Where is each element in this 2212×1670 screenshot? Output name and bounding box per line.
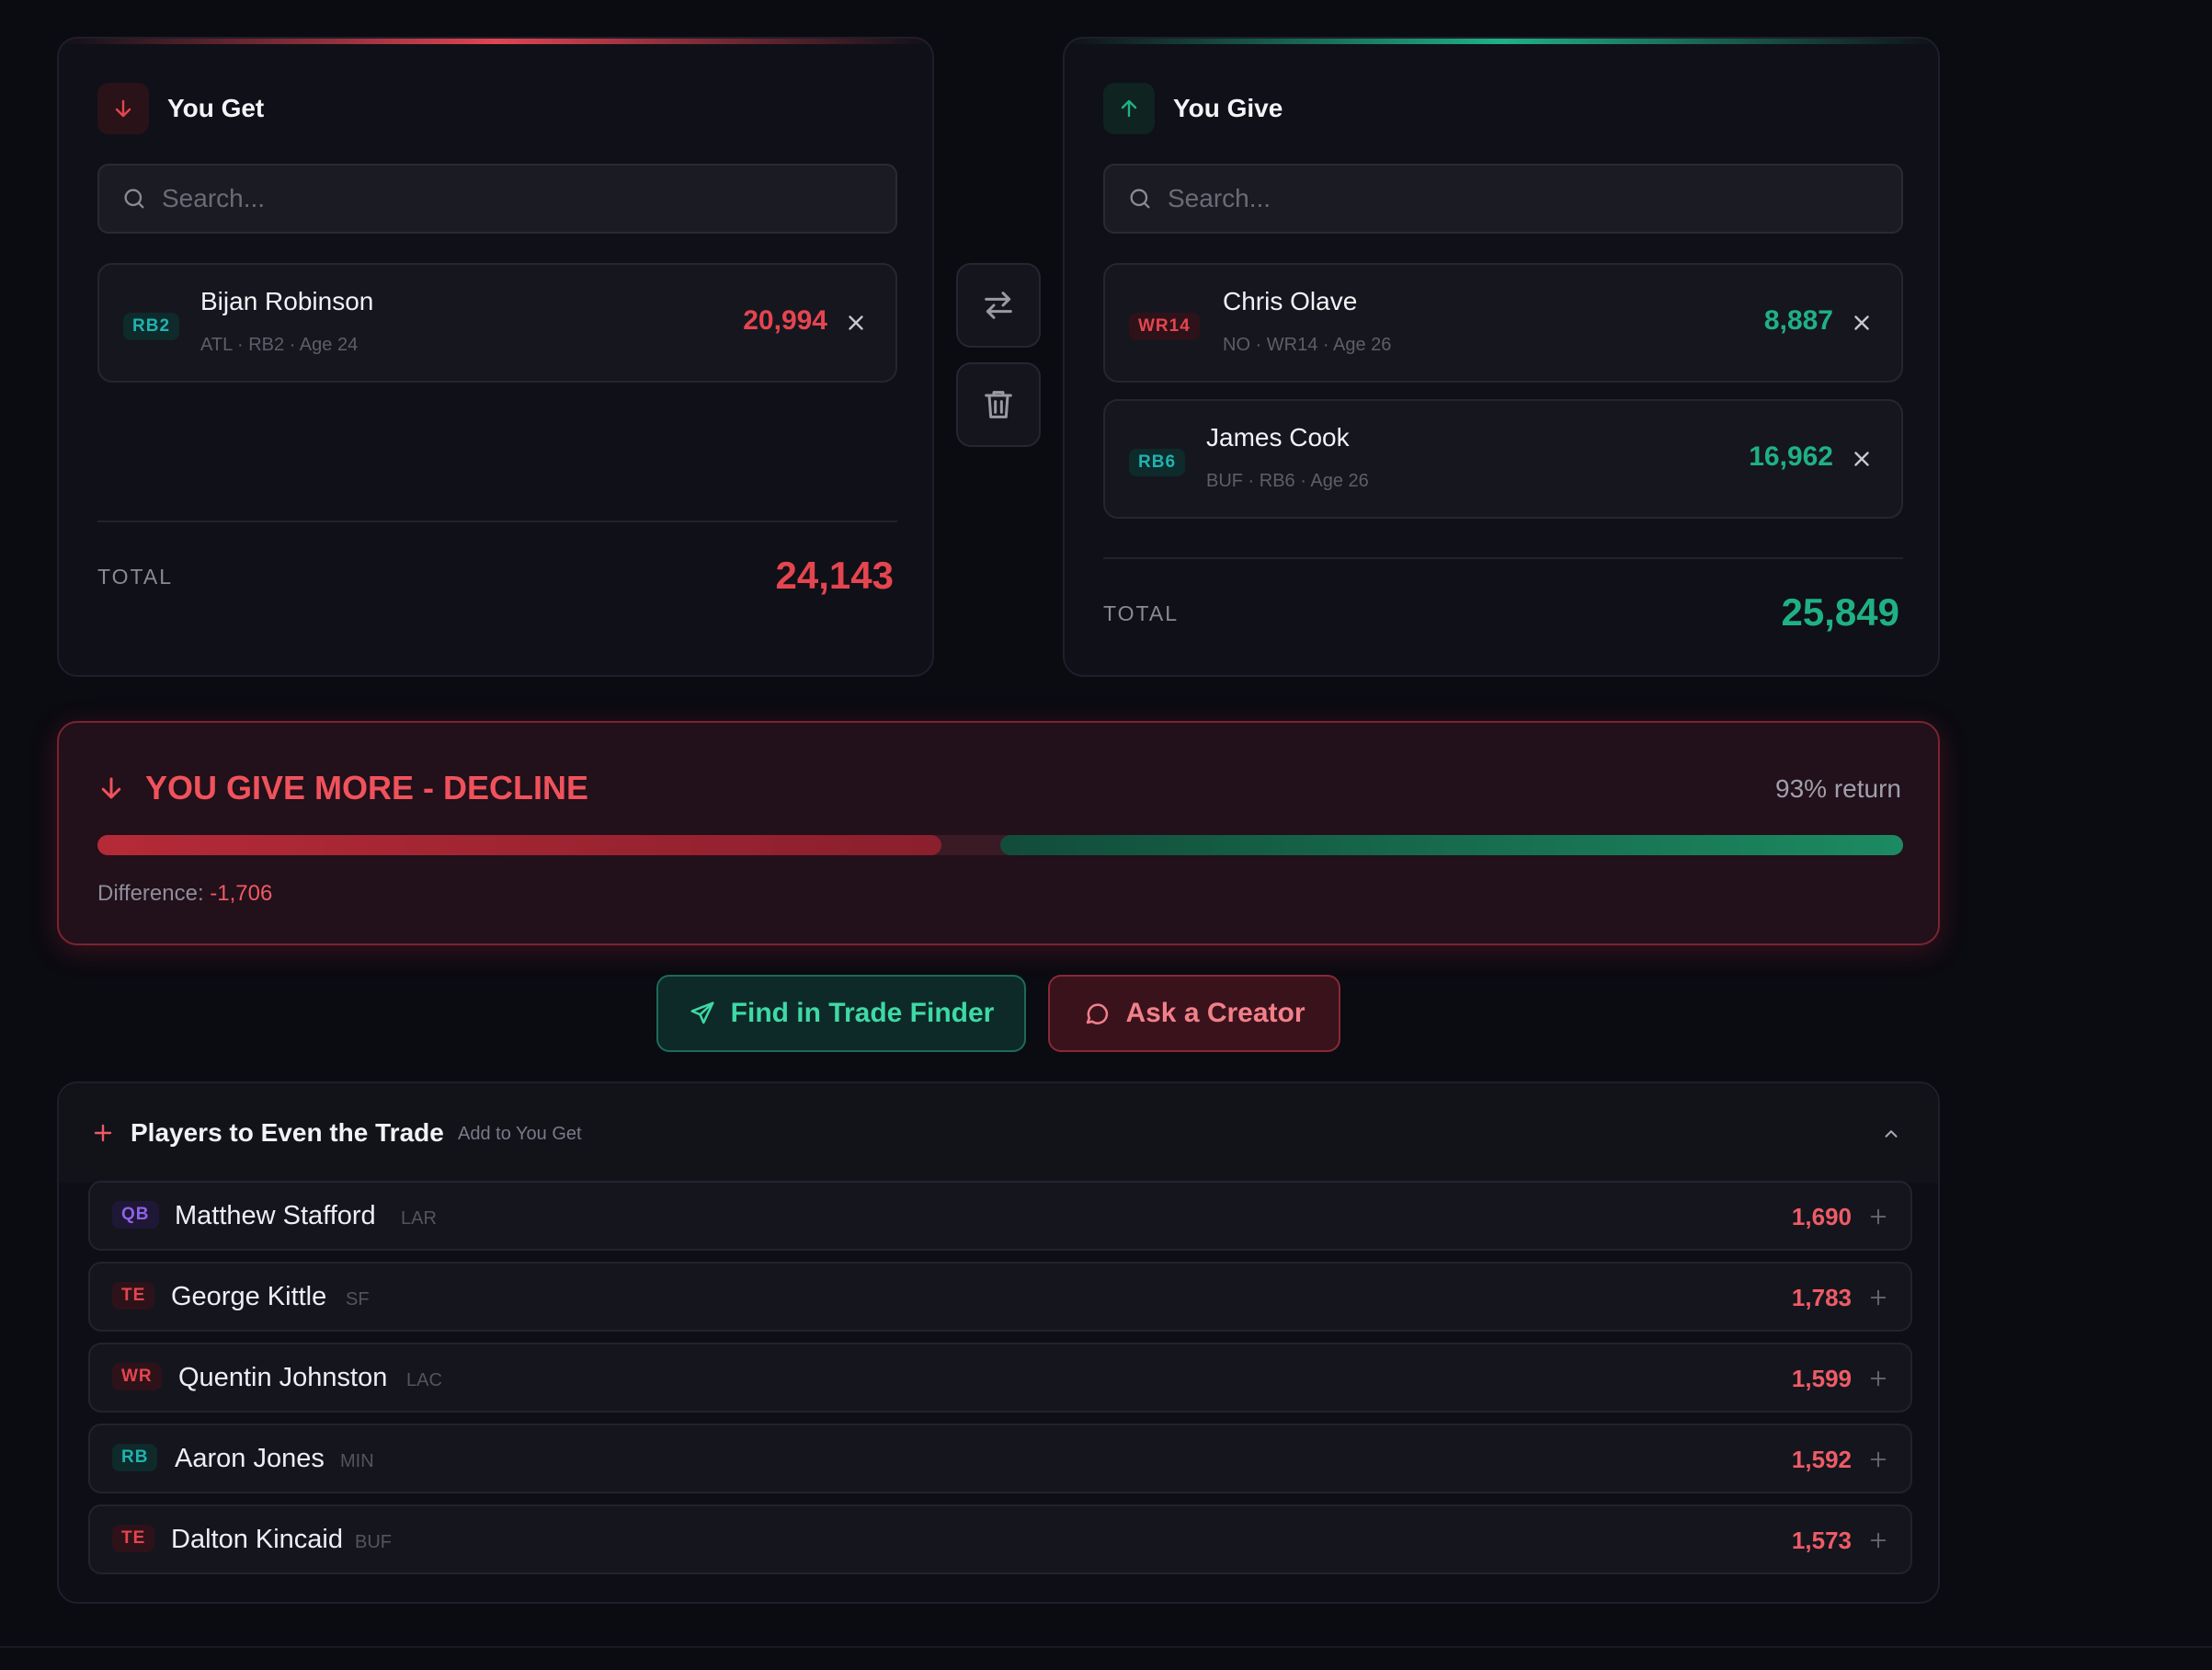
player-value: 1,783 bbox=[1791, 1284, 1852, 1311]
player-value: 20,994 bbox=[743, 305, 827, 336]
even-player-row[interactable]: TE George Kittle SF 1,783 bbox=[88, 1262, 1912, 1332]
trade-verdict-panel: YOU GIVE MORE - DECLINE 93% return Diffe… bbox=[57, 721, 1940, 945]
player-value: 16,962 bbox=[1749, 441, 1833, 472]
remove-icon[interactable] bbox=[844, 311, 868, 335]
remove-icon[interactable] bbox=[1850, 447, 1874, 471]
search-icon bbox=[1130, 189, 1150, 209]
you-get-title: You Get bbox=[167, 94, 265, 122]
ask-a-creator-label: Ask a Creator bbox=[1125, 998, 1306, 1028]
player-team: LAC bbox=[406, 1370, 442, 1390]
player-team: BUF bbox=[355, 1532, 392, 1552]
even-player-row[interactable]: QB Matthew Stafford LAR 1,690 bbox=[88, 1181, 1912, 1251]
even-player-row[interactable]: TE Dalton Kincaid BUF 1,573 bbox=[88, 1504, 1912, 1574]
player-value: 1,599 bbox=[1791, 1365, 1852, 1392]
you-give-search[interactable] bbox=[1103, 164, 1903, 234]
divider bbox=[97, 520, 897, 522]
player-meta: ATL · RB2 · Age 24 bbox=[200, 335, 359, 355]
player-name: James Cook bbox=[1206, 423, 1350, 452]
player-meta: BUF · RB6 · Age 26 bbox=[1206, 471, 1369, 491]
you-get-player-card: RB2 Bijan Robinson ATL · RB2 · Age 24 20… bbox=[97, 263, 897, 383]
position-badge: TE bbox=[112, 1282, 155, 1310]
even-trade-subtitle: Add to You Get bbox=[458, 1124, 582, 1144]
you-get-header: You Get bbox=[97, 83, 264, 134]
verdict-title-text: YOU GIVE MORE - DECLINE bbox=[145, 769, 589, 806]
player-meta: NO · WR14 · Age 26 bbox=[1223, 335, 1392, 355]
plus-icon[interactable] bbox=[1868, 1368, 1888, 1389]
even-trade-panel: Players to Even the Trade Add to You Get… bbox=[57, 1081, 1940, 1604]
position-badge: WR bbox=[112, 1363, 162, 1390]
player-team: MIN bbox=[340, 1451, 374, 1471]
total-value: 25,849 bbox=[1781, 590, 1899, 634]
player-value: 1,592 bbox=[1791, 1446, 1852, 1473]
divider bbox=[1103, 557, 1903, 559]
you-give-player-card: WR14 Chris Olave NO · WR14 · Age 26 8,88… bbox=[1103, 263, 1903, 383]
position-badge: TE bbox=[112, 1525, 155, 1552]
arrow-up-icon bbox=[1103, 83, 1155, 134]
you-get-search[interactable] bbox=[97, 164, 897, 234]
player-name: Dalton Kincaid bbox=[171, 1525, 343, 1554]
player-name: Chris Olave bbox=[1223, 287, 1358, 315]
page-bottom-border bbox=[0, 1646, 2212, 1648]
arrow-down-icon bbox=[97, 83, 149, 134]
player-name: George Kittle bbox=[171, 1282, 327, 1311]
total-label: TOTAL bbox=[97, 565, 173, 589]
swap-arrows-icon bbox=[985, 292, 1012, 319]
position-badge: RB bbox=[112, 1444, 158, 1471]
plus-icon[interactable] bbox=[1868, 1530, 1888, 1550]
bar-give-segment bbox=[1000, 835, 1903, 855]
find-in-trade-finder-label: Find in Trade Finder bbox=[730, 998, 995, 1028]
player-value: 1,573 bbox=[1791, 1527, 1852, 1554]
player-team: LAR bbox=[401, 1208, 437, 1229]
total-value: 24,143 bbox=[775, 554, 894, 597]
you-give-header: You Give bbox=[1103, 83, 1283, 134]
plus-icon[interactable] bbox=[1868, 1207, 1888, 1227]
you-give-search-input[interactable] bbox=[1168, 184, 1866, 213]
you-give-title: You Give bbox=[1173, 94, 1283, 122]
player-value: 1,690 bbox=[1791, 1203, 1852, 1230]
send-icon bbox=[690, 1001, 714, 1024]
player-name: Bijan Robinson bbox=[200, 287, 374, 315]
value-balance-bar bbox=[97, 835, 1903, 855]
plus-icon bbox=[94, 1124, 112, 1142]
even-player-row[interactable]: RB Aaron Jones MIN 1,592 bbox=[88, 1424, 1912, 1493]
you-give-player-card: RB6 James Cook BUF · RB6 · Age 26 16,962 bbox=[1103, 399, 1903, 519]
you-get-search-input[interactable] bbox=[162, 184, 861, 213]
difference-label: Difference: bbox=[97, 881, 204, 906]
player-value: 8,887 bbox=[1763, 305, 1833, 336]
you-give-panel: You Give WR14 Chris Olave NO · WR14 · Ag… bbox=[1063, 37, 1940, 677]
chat-bubble-icon bbox=[1087, 1003, 1109, 1024]
you-get-panel: You Get RB2 Bijan Robinson ATL · RB2 · A… bbox=[57, 37, 934, 677]
chevron-up-icon[interactable] bbox=[1881, 1124, 1901, 1144]
you-get-accent-line bbox=[59, 39, 932, 44]
player-team: SF bbox=[346, 1289, 370, 1310]
player-name: Aaron Jones bbox=[175, 1444, 325, 1473]
verdict-title: YOU GIVE MORE - DECLINE bbox=[97, 769, 588, 807]
trash-icon bbox=[985, 391, 1012, 418]
bar-get-segment bbox=[97, 835, 941, 855]
difference-text: Difference: -1,706 bbox=[97, 881, 272, 907]
difference-value: -1,706 bbox=[210, 881, 273, 906]
player-name: Quentin Johnston bbox=[178, 1363, 388, 1392]
arrow-down-icon bbox=[101, 777, 121, 799]
even-trade-header[interactable]: Players to Even the Trade Add to You Get bbox=[59, 1083, 1938, 1183]
ask-a-creator-button[interactable]: Ask a Creator bbox=[1048, 975, 1340, 1052]
player-name: Matthew Stafford bbox=[175, 1201, 376, 1230]
find-in-trade-finder-button[interactable]: Find in Trade Finder bbox=[656, 975, 1026, 1052]
position-badge: RB2 bbox=[123, 313, 180, 340]
position-badge: QB bbox=[112, 1201, 159, 1229]
position-badge: WR14 bbox=[1129, 313, 1200, 340]
even-trade-title: Players to Even the Trade bbox=[131, 1118, 444, 1147]
plus-icon[interactable] bbox=[1868, 1287, 1888, 1308]
plus-icon[interactable] bbox=[1868, 1449, 1888, 1470]
swap-button[interactable] bbox=[956, 263, 1041, 348]
bar-gap bbox=[932, 835, 1009, 855]
even-player-row[interactable]: WR Quentin Johnston LAC 1,599 bbox=[88, 1343, 1912, 1413]
search-icon bbox=[124, 189, 144, 209]
return-percentage: 93% return bbox=[1775, 774, 1901, 803]
clear-button[interactable] bbox=[956, 362, 1041, 447]
position-badge: RB6 bbox=[1129, 449, 1186, 476]
you-give-accent-line bbox=[1065, 39, 1938, 44]
total-label: TOTAL bbox=[1103, 601, 1179, 625]
remove-icon[interactable] bbox=[1850, 311, 1874, 335]
